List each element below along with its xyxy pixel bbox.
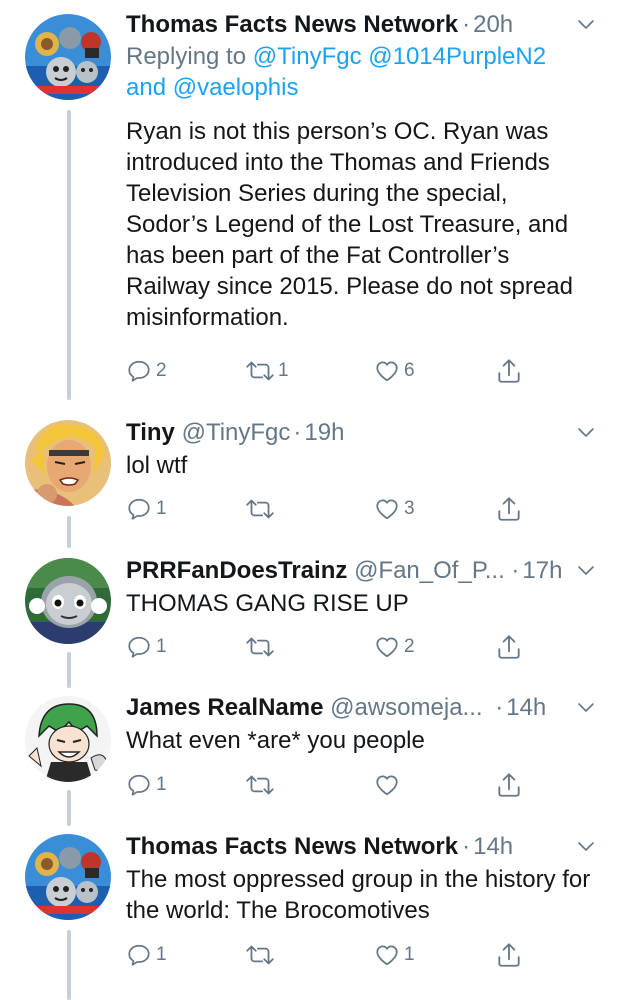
retweet-icon xyxy=(244,358,276,384)
like-count: 1 xyxy=(404,944,415,965)
chevron-down-icon[interactable] xyxy=(574,558,598,590)
mention-and: and xyxy=(126,74,167,101)
action-bar: 2 1 6 xyxy=(126,356,526,386)
reply-count: 1 xyxy=(156,498,167,519)
heart-icon xyxy=(374,496,400,522)
display-name[interactable]: Thomas Facts News Network xyxy=(126,11,458,38)
avatar[interactable] xyxy=(25,558,111,644)
separator: · xyxy=(293,419,302,446)
timestamp[interactable]: 20h xyxy=(473,11,513,38)
heart-icon xyxy=(374,942,400,968)
like-button[interactable]: 3 xyxy=(374,494,415,524)
retweet-icon xyxy=(244,942,276,968)
handle[interactable]: @TinyFgc xyxy=(182,419,291,446)
action-bar: 1 xyxy=(126,770,526,800)
chevron-down-icon[interactable] xyxy=(574,420,598,452)
display-name[interactable]: James RealName xyxy=(126,694,323,721)
like-count: 3 xyxy=(404,498,415,519)
share-icon xyxy=(496,633,522,661)
share-button[interactable] xyxy=(496,356,522,386)
reply-count: 2 xyxy=(156,360,167,381)
reply-button[interactable]: 1 xyxy=(126,770,167,800)
share-button[interactable] xyxy=(496,632,522,662)
separator: · xyxy=(511,557,520,584)
retweet-button[interactable] xyxy=(244,494,276,524)
reply-count: 1 xyxy=(156,636,167,657)
tweet-text: lol wtf xyxy=(126,452,188,479)
mention-link[interactable]: @TinyFgc xyxy=(253,43,362,70)
share-icon xyxy=(496,771,522,799)
share-icon xyxy=(496,495,522,523)
action-bar: 1 1 xyxy=(126,940,526,970)
heart-icon xyxy=(374,358,400,384)
retweet-button[interactable]: 1 xyxy=(244,356,289,386)
timestamp[interactable]: 17h xyxy=(522,557,562,584)
like-count: 6 xyxy=(404,360,415,381)
timestamp[interactable]: 14h xyxy=(506,694,546,721)
thread-line xyxy=(67,110,71,400)
chevron-down-icon[interactable] xyxy=(574,12,598,44)
thread-line xyxy=(67,790,71,826)
thread-line xyxy=(67,516,71,548)
tweet-text: The most oppressed group in the history … xyxy=(126,866,591,924)
mention-link[interactable]: @vaelophis xyxy=(173,74,299,101)
avatar[interactable] xyxy=(25,420,111,506)
replying-to-label: Replying to xyxy=(126,43,247,70)
reply-count: 1 xyxy=(156,774,167,795)
heart-icon xyxy=(374,772,400,798)
share-button[interactable] xyxy=(496,940,522,970)
replying-to: Replying to @TinyFgc @1014PurpleN2 and @… xyxy=(126,41,596,103)
like-button[interactable]: 2 xyxy=(374,632,415,662)
separator: · xyxy=(495,694,504,721)
reply-icon xyxy=(126,358,152,384)
handle[interactable]: @Fan_Of_P... xyxy=(354,557,505,584)
separator: · xyxy=(462,11,471,38)
reply-button[interactable]: 1 xyxy=(126,494,167,524)
retweet-icon xyxy=(244,634,276,660)
retweet-button[interactable] xyxy=(244,770,276,800)
timestamp[interactable]: 14h xyxy=(473,833,513,860)
display-name[interactable]: Thomas Facts News Network xyxy=(126,833,458,860)
tweet-text: What even *are* you people xyxy=(126,727,425,754)
thread-line xyxy=(67,652,71,688)
share-icon xyxy=(496,357,522,385)
retweet-icon xyxy=(244,496,276,522)
action-bar: 1 2 xyxy=(126,632,526,662)
retweet-icon xyxy=(244,772,276,798)
display-name[interactable]: PRRFanDoesTrainz xyxy=(126,557,347,584)
reply-button[interactable]: 1 xyxy=(126,632,167,662)
thread-line xyxy=(67,930,71,1000)
like-button[interactable]: 6 xyxy=(374,356,415,386)
retweet-button[interactable] xyxy=(244,632,276,662)
avatar[interactable] xyxy=(25,696,111,782)
avatar[interactable] xyxy=(25,14,111,100)
reply-button[interactable]: 1 xyxy=(126,940,167,970)
reply-button[interactable]: 2 xyxy=(126,356,167,386)
action-bar: 1 3 xyxy=(126,494,526,524)
avatar[interactable] xyxy=(25,834,111,920)
reply-icon xyxy=(126,942,152,968)
chevron-down-icon[interactable] xyxy=(574,695,598,727)
display-name[interactable]: Tiny xyxy=(126,419,175,446)
reply-count: 1 xyxy=(156,944,167,965)
separator: · xyxy=(462,833,471,860)
reply-icon xyxy=(126,634,152,660)
heart-icon xyxy=(374,634,400,660)
timestamp[interactable]: 19h xyxy=(304,419,344,446)
reply-icon xyxy=(126,772,152,798)
like-button[interactable] xyxy=(374,770,400,800)
mention-link[interactable]: @1014PurpleN2 xyxy=(368,43,546,70)
tweet-text: THOMAS GANG RISE UP xyxy=(126,590,409,617)
share-icon xyxy=(496,941,522,969)
like-count: 2 xyxy=(404,636,415,657)
share-button[interactable] xyxy=(496,494,522,524)
share-button[interactable] xyxy=(496,770,522,800)
like-button[interactable]: 1 xyxy=(374,940,415,970)
retweet-button[interactable] xyxy=(244,940,276,970)
retweet-count: 1 xyxy=(278,360,289,381)
chevron-down-icon[interactable] xyxy=(574,834,598,866)
handle[interactable]: @awsomeja... xyxy=(330,694,482,721)
reply-icon xyxy=(126,496,152,522)
tweet-text: Ryan is not this person’s OC. Ryan was i… xyxy=(126,118,573,331)
